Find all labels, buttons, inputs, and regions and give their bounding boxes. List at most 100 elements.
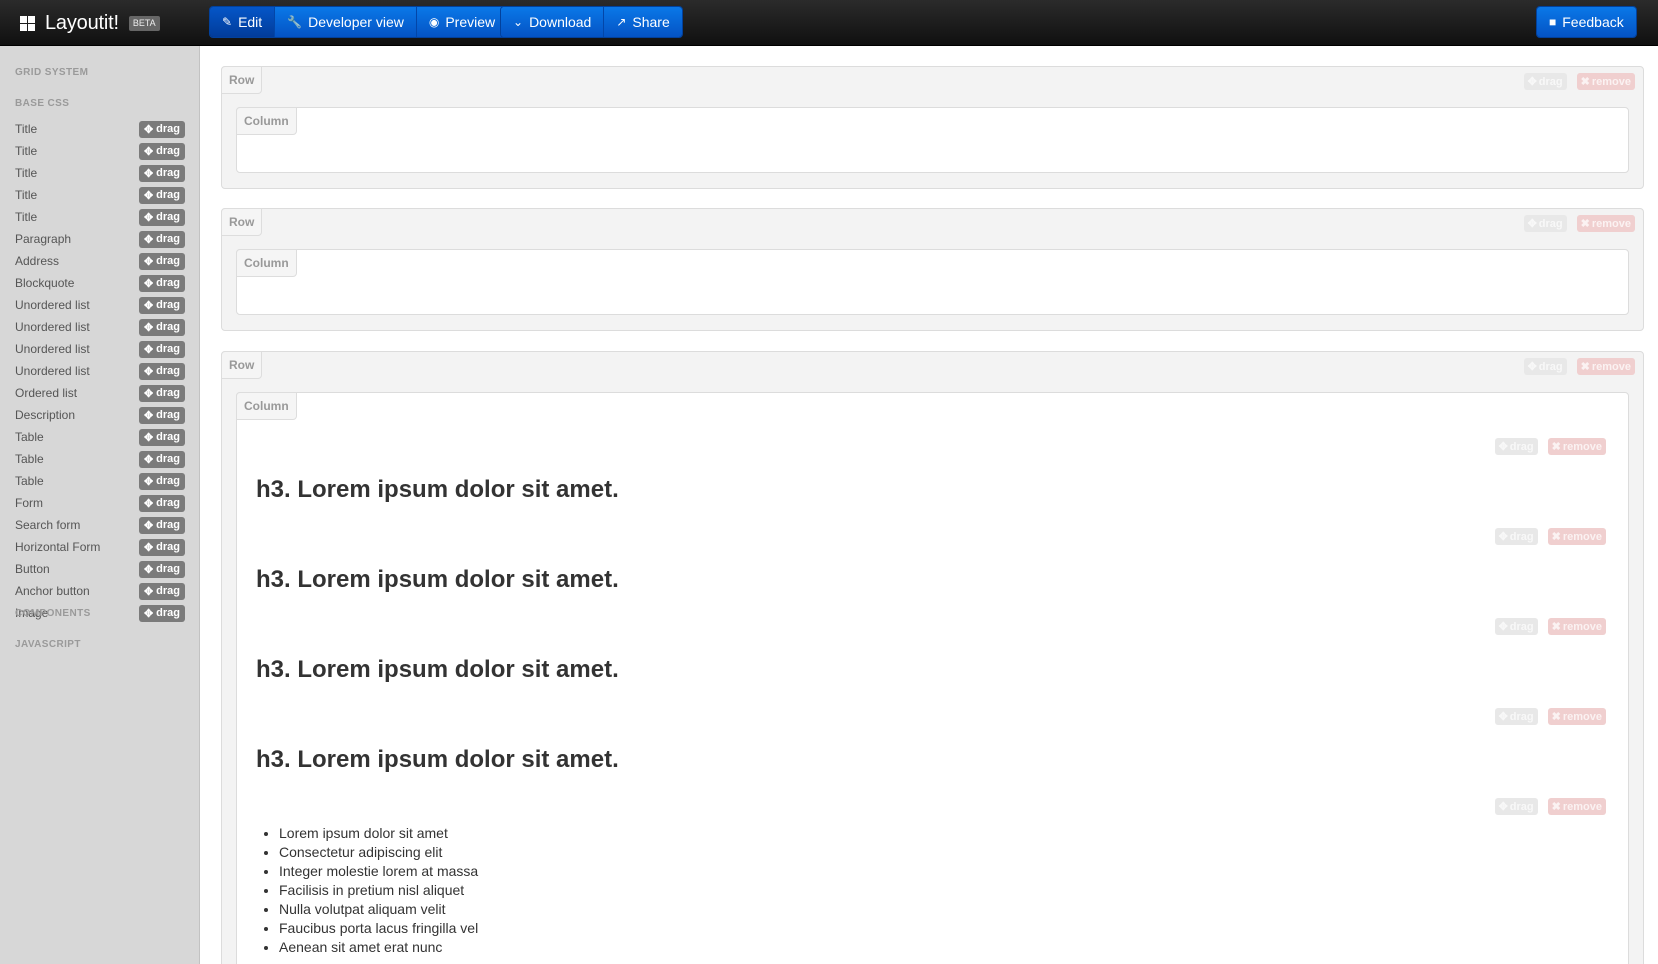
sidebar: GRID SYSTEM BASE CSS Title ✥ drag Title ✥ dra…: [0, 46, 200, 964]
drag-handle[interactable]: ✥ drag: [1523, 215, 1567, 232]
developer-view-button[interactable]: 🔧 Developer view: [275, 7, 417, 37]
remove-button[interactable]: ✖ remove: [1547, 798, 1606, 815]
remove-button[interactable]: ✖ remove: [1576, 358, 1635, 375]
drag-handle[interactable]: ✥ drag: [138, 560, 185, 578]
drag-handle[interactable]: ✥ drag: [138, 472, 185, 490]
sidebar-item[interactable]: Search form ✥ drag: [15, 515, 185, 535]
drag-handle[interactable]: ✥ drag: [138, 186, 185, 204]
sidebar-item-label: Anchor button: [15, 584, 90, 598]
drag-label: drag: [156, 211, 180, 223]
drag-handle[interactable]: ✥ drag: [138, 516, 185, 534]
drag-label: drag: [156, 563, 180, 575]
heading: h3. Lorem ipsum dolor sit amet.: [256, 746, 619, 773]
drag-handle[interactable]: ✥ drag: [138, 230, 185, 248]
drag-handle[interactable]: ✥ drag: [138, 538, 185, 556]
sidebar-item[interactable]: Title ✥ drag: [15, 163, 185, 183]
feedback-button[interactable]: ■ Feedback: [1537, 7, 1636, 37]
drag-handle[interactable]: ✥ drag: [138, 252, 185, 270]
sidebar-item[interactable]: Table ✥ drag: [15, 427, 185, 447]
drag-handle[interactable]: ✥ drag: [1494, 798, 1538, 815]
sidebar-item[interactable]: Title ✥ drag: [15, 119, 185, 139]
move-icon: ✥: [143, 409, 154, 422]
drag-handle[interactable]: ✥ drag: [138, 582, 185, 600]
move-icon: ✥: [143, 145, 154, 158]
drag-handle[interactable]: ✥ drag: [1494, 528, 1538, 545]
drag-label: drag: [156, 167, 180, 179]
drag-handle[interactable]: ✥ drag: [1494, 708, 1538, 725]
sidebar-item[interactable]: Address ✥ drag: [15, 251, 185, 271]
drag-handle[interactable]: ✥ drag: [138, 428, 185, 446]
row-container[interactable]: Row ✥ drag ✖ remove Column: [221, 208, 1644, 331]
sidebar-item[interactable]: Unordered list ✥ drag: [15, 361, 185, 381]
drag-handle[interactable]: ✥ drag: [1494, 438, 1538, 455]
sidebar-item[interactable]: Button ✥ drag: [15, 559, 185, 579]
sidebar-item[interactable]: Unordered list ✥ drag: [15, 317, 185, 337]
move-icon: ✥: [143, 497, 154, 510]
sidebar-item[interactable]: Title ✥ drag: [15, 185, 185, 205]
move-icon: ✥: [143, 519, 154, 532]
sidebar-item[interactable]: Horizontal Form ✥ drag: [15, 537, 185, 557]
sidebar-item[interactable]: Form ✥ drag: [15, 493, 185, 513]
preview-button[interactable]: ◉ Preview: [416, 7, 508, 37]
sidebar-item[interactable]: Table ✥ drag: [15, 471, 185, 491]
sidebar-item[interactable]: Ordered list ✥ drag: [15, 383, 185, 403]
row-container[interactable]: Row ✥ drag ✖ remove Column: [221, 66, 1644, 189]
download-button[interactable]: ⌄ Download: [501, 7, 605, 37]
remove-button[interactable]: ✖ remove: [1547, 708, 1606, 725]
drag-handle[interactable]: ✥ drag: [138, 296, 185, 314]
move-icon: ✥: [1498, 441, 1508, 453]
column-container[interactable]: Column: [236, 249, 1629, 315]
drag-handle[interactable]: ✥ drag: [138, 406, 185, 424]
sidebar-item[interactable]: Title ✥ drag: [15, 141, 185, 161]
sidebar-item[interactable]: Title ✥ drag: [15, 207, 185, 227]
section-components[interactable]: COMPONENTS: [15, 608, 91, 619]
row-container[interactable]: Row ✥ drag ✖ remove Column ✥ drag ✖ remove h…: [221, 351, 1644, 964]
drag-label: drag: [156, 409, 180, 421]
edit-button[interactable]: ✎ Edit: [210, 7, 276, 37]
drag-handle[interactable]: ✥ drag: [138, 362, 185, 380]
section-javascript[interactable]: JAVASCRIPT: [15, 639, 81, 650]
sidebar-item[interactable]: Table ✥ drag: [15, 449, 185, 469]
remove-button[interactable]: ✖ remove: [1576, 73, 1635, 90]
section-base-css[interactable]: BASE CSS: [15, 98, 69, 109]
sidebar-item-label: Horizontal Form: [15, 540, 101, 554]
move-icon: ✥: [143, 277, 154, 290]
sidebar-item-label: Form: [15, 496, 43, 510]
drag-handle[interactable]: ✥ drag: [138, 318, 185, 336]
drag-handle[interactable]: ✥ drag: [1523, 73, 1567, 90]
column-container[interactable]: Column: [236, 107, 1629, 173]
drag-handle[interactable]: ✥ drag: [1494, 618, 1538, 635]
drag-handle[interactable]: ✥ drag: [138, 208, 185, 226]
sidebar-item[interactable]: Paragraph ✥ drag: [15, 229, 185, 249]
remove-button[interactable]: ✖ remove: [1547, 438, 1606, 455]
brand[interactable]: Layoutit! BETA: [20, 0, 160, 46]
sidebar-item[interactable]: Unordered list ✥ drag: [15, 295, 185, 315]
column-container[interactable]: Column ✥ drag ✖ remove h3. Lorem ipsum dol…: [236, 392, 1629, 964]
section-grid-system[interactable]: GRID SYSTEM: [15, 67, 88, 78]
drag-handle[interactable]: ✥ drag: [138, 164, 185, 182]
drag-handle[interactable]: ✥ drag: [138, 142, 185, 160]
sidebar-item-label: Unordered list: [15, 342, 90, 356]
move-icon: ✥: [1498, 621, 1508, 633]
remove-button[interactable]: ✖ remove: [1547, 618, 1606, 635]
remove-button[interactable]: ✖ remove: [1547, 528, 1606, 545]
drag-handle[interactable]: ✥ drag: [138, 494, 185, 512]
drag-handle[interactable]: ✥ drag: [138, 274, 185, 292]
drag-handle[interactable]: ✥ drag: [138, 450, 185, 468]
remove-button[interactable]: ✖ remove: [1576, 215, 1635, 232]
sidebar-item[interactable]: Description ✥ drag: [15, 405, 185, 425]
row-controls: ✥ drag ✖ remove: [1523, 215, 1635, 232]
list-item: Aenean sit amet erat nunc: [279, 938, 478, 957]
drag-handle[interactable]: ✥ drag: [138, 384, 185, 402]
action-button-group: ⌄ Download ↗ Share: [500, 6, 683, 38]
drag-handle[interactable]: ✥ drag: [138, 340, 185, 358]
sidebar-item[interactable]: Unordered list ✥ drag: [15, 339, 185, 359]
wrench-icon: 🔧: [287, 15, 303, 29]
sidebar-item[interactable]: Anchor button ✥ drag: [15, 581, 185, 601]
drag-handle[interactable]: ✥ drag: [138, 120, 185, 138]
drag-handle[interactable]: ✥ drag: [138, 604, 185, 622]
share-button[interactable]: ↗ Share: [604, 7, 682, 37]
sidebar-item[interactable]: Blockquote ✥ drag: [15, 273, 185, 293]
drag-handle[interactable]: ✥ drag: [1523, 358, 1567, 375]
close-icon: ✖: [1551, 711, 1561, 723]
